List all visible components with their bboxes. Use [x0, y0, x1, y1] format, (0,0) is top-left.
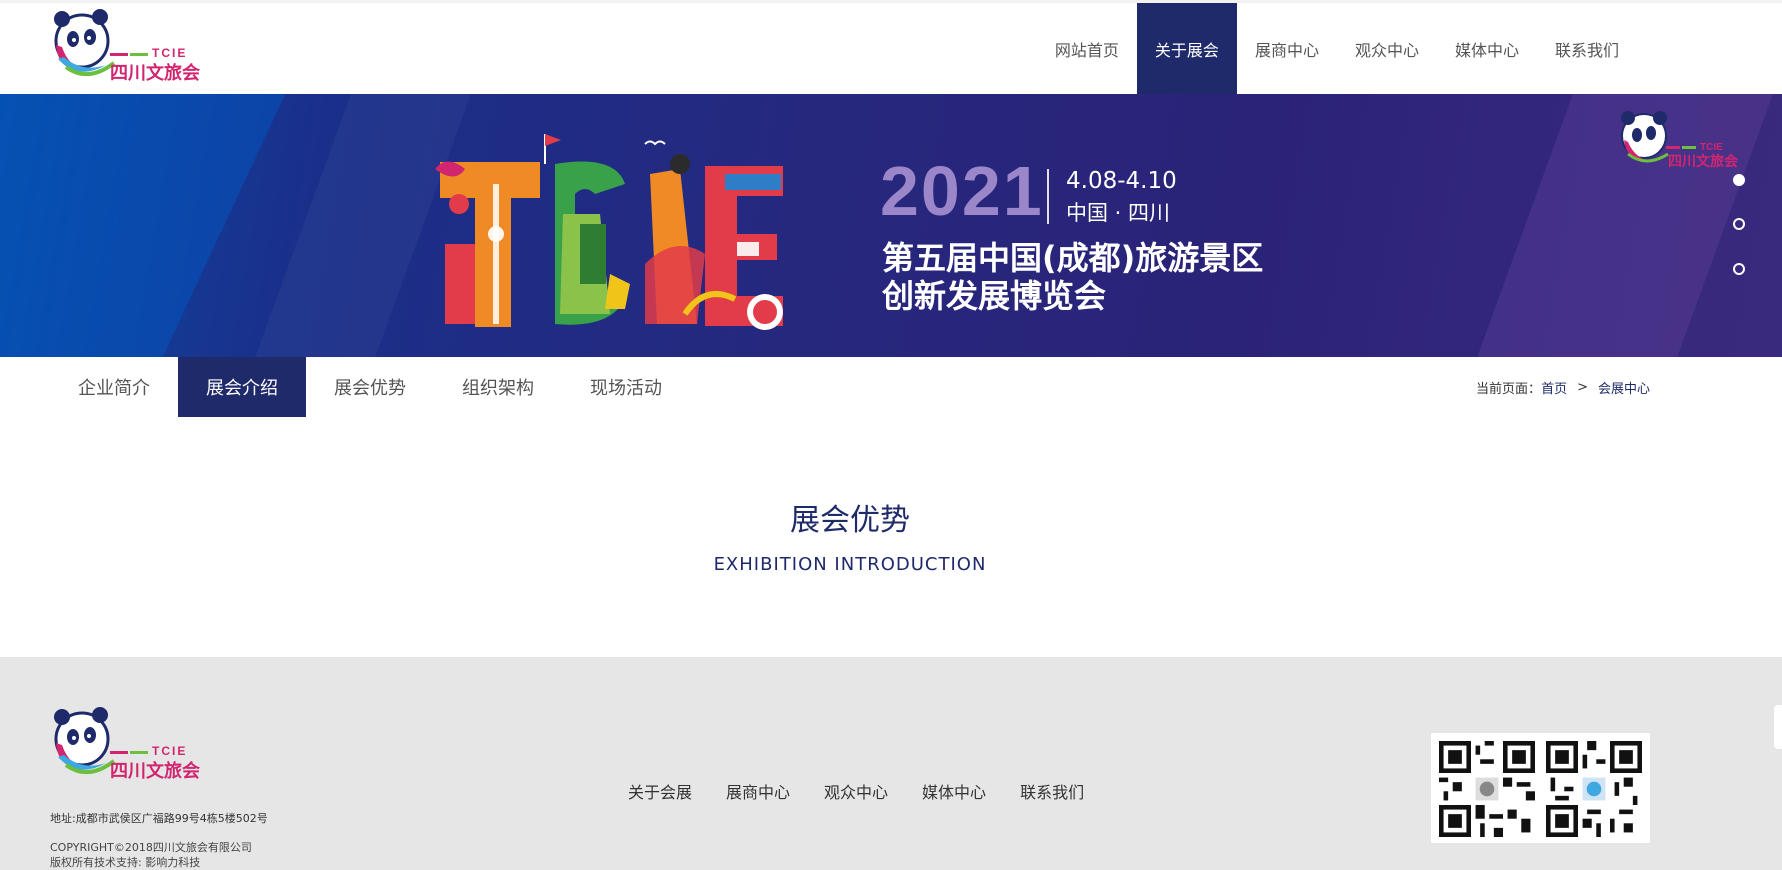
- site-header: TCIE 四川文旅会 网站首页 关于展会 展商中心 观众中心 媒体中心 联系我们: [0, 3, 1782, 94]
- side-float-tab[interactable]: [1774, 705, 1782, 749]
- hero-banner: 2021 4.08-4.10 中国 · 四川 第五届中国(成都)旅游景区 创新发…: [0, 94, 1782, 357]
- footer-link-exhibitors[interactable]: 展商中心: [726, 779, 790, 803]
- breadcrumb-current[interactable]: 会展中心: [1598, 378, 1650, 397]
- banner-date: 4.08-4.10: [1066, 168, 1177, 194]
- nav-item-home[interactable]: 网站首页: [1037, 3, 1137, 94]
- main-nav: 网站首页 关于展会 展商中心 观众中心 媒体中心 联系我们: [1037, 3, 1637, 94]
- footer-logo[interactable]: TCIE 四川文旅会: [48, 705, 214, 785]
- section-subtitle: EXHIBITION INTRODUCTION: [713, 554, 987, 575]
- breadcrumb-prefix: 当前页面：: [1476, 381, 1542, 397]
- nav-item-contact[interactable]: 联系我们: [1537, 3, 1637, 94]
- tcie-illustration: [435, 134, 783, 330]
- site-footer: TCIE 四川文旅会 地址:成都市武侯区广福路99号4栋5楼502号 COPYR…: [0, 657, 1782, 870]
- nav-item-media[interactable]: 媒体中心: [1437, 3, 1537, 94]
- slide-dot-3[interactable]: [1733, 263, 1745, 275]
- section-title: 展会优势: [790, 503, 910, 538]
- footer-logo-abbr: TCIE: [152, 744, 187, 758]
- nav-item-exhibitors[interactable]: 展商中心: [1237, 3, 1337, 94]
- tab-exhibition-intro[interactable]: 展会介绍: [178, 357, 306, 417]
- tab-organization[interactable]: 组织架构: [434, 357, 562, 417]
- slide-dot-2[interactable]: [1733, 218, 1745, 230]
- tab-onsite-events[interactable]: 现场活动: [562, 357, 690, 417]
- footer-link-contact[interactable]: 联系我们: [1020, 779, 1084, 803]
- banner-logo-text: 四川文旅会: [1668, 153, 1739, 170]
- footer-links: 关于会展 展商中心 观众中心 媒体中心 联系我们: [628, 779, 1084, 803]
- footer-link-media[interactable]: 媒体中心: [922, 779, 986, 803]
- breadcrumb-separator: >: [1577, 379, 1588, 395]
- nav-item-about[interactable]: 关于展会: [1136, 3, 1237, 94]
- banner-logo: TCIE 四川文旅会: [1621, 111, 1739, 170]
- footer-link-visitors[interactable]: 观众中心: [824, 779, 888, 803]
- banner-divider: [1047, 169, 1049, 224]
- nav-item-visitors[interactable]: 观众中心: [1337, 3, 1437, 94]
- banner-decoration: [0, 94, 304, 357]
- breadcrumb: 当前页面： 首页 > 会展中心: [1476, 357, 1650, 417]
- footer-link-about[interactable]: 关于会展: [628, 779, 692, 803]
- footer-copyright: COPYRIGHT©2018四川文旅会有限公司: [50, 841, 252, 854]
- tab-company-intro[interactable]: 企业简介: [50, 357, 178, 417]
- footer-logo-text: 四川文旅会: [110, 760, 200, 782]
- site-logo[interactable]: TCIE 四川文旅会: [48, 7, 214, 87]
- banner-title-line1: 第五届中国(成都)旅游景区: [882, 239, 1264, 277]
- footer-tech-support: 版权所有技术支持: 影响力科技: [50, 856, 201, 869]
- footer-copyright-block: COPYRIGHT©2018四川文旅会有限公司 版权所有技术支持: 影响力科技: [50, 840, 252, 870]
- tab-exhibition-advantages[interactable]: 展会优势: [306, 357, 434, 417]
- footer-address: 地址:成都市武侯区广福路99号4栋5楼502号: [50, 812, 268, 825]
- slide-dot-1[interactable]: [1733, 174, 1745, 186]
- qr-code-icon: [1546, 741, 1642, 837]
- sub-nav: 企业简介 展会介绍 展会优势 组织架构 现场活动 当前页面： 首页 > 会展中心: [0, 357, 1782, 417]
- banner-logo-abbr: TCIE: [1700, 142, 1723, 153]
- banner-year: 2021: [880, 152, 1044, 230]
- banner-title-line2: 创新发展博览会: [882, 277, 1107, 315]
- qr-code-icon: [1439, 741, 1535, 837]
- sub-nav-tabs: 企业简介 展会介绍 展会优势 组织架构 现场活动: [50, 357, 690, 417]
- breadcrumb-home[interactable]: 首页: [1541, 378, 1567, 397]
- qr-codes: [1431, 733, 1650, 843]
- banner-place: 中国 · 四川: [1066, 201, 1171, 225]
- logo-abbr: TCIE: [152, 46, 187, 60]
- logo-text: 四川文旅会: [110, 62, 200, 84]
